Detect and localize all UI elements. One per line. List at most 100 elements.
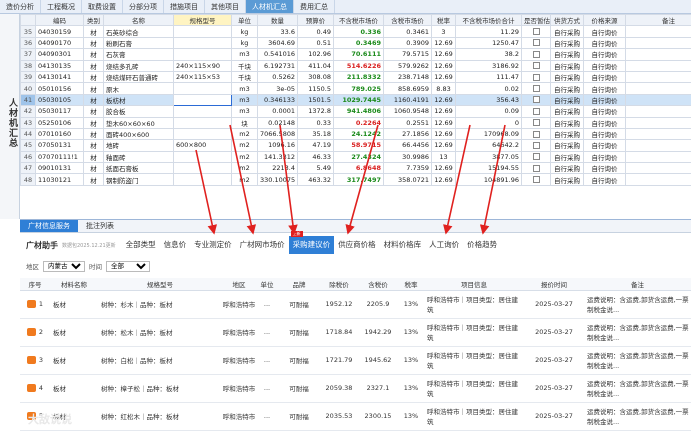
- grid-cell-mkt[interactable]: 317.7497: [333, 173, 384, 186]
- grid-cell-note[interactable]: [625, 105, 691, 118]
- grid-cell-supply[interactable]: 自行采购: [550, 116, 584, 129]
- grid-cell-code[interactable]: 09010131: [35, 162, 84, 175]
- grid-cell-qty[interactable]: 141.3312: [257, 150, 298, 164]
- grid-cell-spec[interactable]: [173, 93, 232, 107]
- grid-cell-rate[interactable]: 13: [431, 150, 456, 164]
- grid-row[interactable]: 38 04130135 材烧结多孔砖 240×115×90 千块 6.192731 411.…: [20, 59, 691, 72]
- grid-cell-budget[interactable]: 308.08: [297, 70, 334, 84]
- top-tab-7[interactable]: 费用汇总: [294, 0, 335, 13]
- grid-cell-code[interactable]: 07010160: [35, 127, 84, 141]
- grid-row[interactable]: 44 07010160 材面砖400×600 m2 7066.5808 35.18 24.1…: [20, 127, 691, 141]
- grid-cell-chk[interactable]: [521, 25, 551, 38]
- grid-cell-mkt_tax[interactable]: 0.3909: [383, 36, 432, 50]
- grid-cell-cat[interactable]: 材: [83, 162, 104, 175]
- grid-row[interactable]: 35 04030159 材石英砂综合 kg 33.6 0.49 0.336 0.3461 3 11…: [20, 25, 691, 38]
- grid-cell-rate[interactable]: 12.69: [431, 173, 456, 186]
- panel-tab-1[interactable]: 批注列表: [78, 220, 122, 232]
- grid-cell-budget[interactable]: 35.18: [297, 127, 334, 141]
- grid-header-0[interactable]: [20, 14, 36, 27]
- grid-cell-qty[interactable]: 3604.69: [257, 36, 298, 50]
- estimate-checkbox[interactable]: [532, 39, 540, 47]
- assistant-label[interactable]: 广材助手: [26, 240, 58, 251]
- grid-cell-n[interactable]: 44: [20, 127, 36, 141]
- grid-cell-qty[interactable]: 1096.16: [257, 139, 298, 152]
- price-header-9[interactable]: 项目信息: [424, 278, 524, 291]
- grid-cell-supply[interactable]: 自行采购: [550, 93, 584, 107]
- grid-cell-src[interactable]: 自行询价: [583, 93, 626, 107]
- grid-cell-name[interactable]: 烧结煤矸石普通砖: [103, 70, 174, 84]
- grid-cell-mkt[interactable]: 0.2264: [333, 116, 384, 129]
- grid-header-15[interactable]: 备注: [625, 14, 691, 27]
- grid-cell-budget[interactable]: 5.49: [297, 162, 334, 175]
- grid-cell-code[interactable]: 04090170: [35, 36, 84, 50]
- grid-cell-supply[interactable]: 自行采购: [550, 173, 584, 186]
- grid-cell-chk[interactable]: [521, 150, 551, 164]
- grid-cell-src[interactable]: 自行询价: [583, 36, 626, 50]
- grid-cell-mkt[interactable]: 6.8648: [333, 162, 384, 175]
- grid-cell-code[interactable]: 07070111!1: [35, 150, 84, 164]
- grid-cell-chk[interactable]: [521, 162, 551, 175]
- price-header-11[interactable]: 备注: [584, 278, 691, 291]
- grid-cell-n[interactable]: 35: [20, 25, 36, 38]
- grid-cell-cat[interactable]: 材: [83, 82, 104, 95]
- grid-row[interactable]: 46 07070111!1 材釉面砖 m2 141.3312 46.33 27.4324 30…: [20, 150, 691, 164]
- grid-cell-unit[interactable]: m2: [231, 162, 258, 175]
- grid-row[interactable]: 45 07050131 材地砖 600×800 m2 1096.16 47.19 58.971…: [20, 139, 691, 152]
- grid-cell-unit[interactable]: m3: [231, 93, 258, 107]
- grid-cell-spec[interactable]: 600×800: [173, 139, 232, 152]
- grid-cell-supply[interactable]: 自行采购: [550, 36, 584, 50]
- estimate-checkbox[interactable]: [532, 107, 540, 115]
- grid-cell-cat[interactable]: 材: [83, 150, 104, 164]
- grid-cell-note[interactable]: [625, 59, 691, 72]
- grid-cell-rate[interactable]: 12.69: [431, 59, 456, 72]
- grid-cell-cat[interactable]: 材: [83, 70, 104, 84]
- grid-cell-chk[interactable]: [521, 105, 551, 118]
- grid-cell-src[interactable]: 自行询价: [583, 173, 626, 186]
- price-row[interactable]: 3 板材 树种：白松｜品种：板材 呼和浩特市... 可耐福 1721.79 1945.62 1…: [20, 346, 691, 375]
- grid-cell-rate[interactable]: 12.69: [431, 105, 456, 118]
- grid-cell-budget[interactable]: 102.96: [297, 48, 334, 61]
- price-row[interactable]: 4 板材 树种：樟子松｜品种：板材 呼和浩特市... 可耐福 2059.38 2327.1 1…: [20, 374, 691, 403]
- grid-cell-note[interactable]: [625, 173, 691, 186]
- source-icon[interactable]: [26, 300, 36, 308]
- grid-cell-total[interactable]: 0.02: [455, 82, 522, 95]
- estimate-checkbox[interactable]: [532, 50, 540, 58]
- grid-cell-note[interactable]: [625, 162, 691, 175]
- source-icon[interactable]: [26, 384, 36, 392]
- grid-cell-chk[interactable]: [521, 173, 551, 186]
- grid-cell-total[interactable]: 38.2: [455, 48, 522, 61]
- grid-header-6[interactable]: 数量: [257, 14, 298, 27]
- grid-cell-total[interactable]: 0.09: [455, 105, 522, 118]
- grid-cell-supply[interactable]: 自行采购: [550, 105, 584, 118]
- grid-cell-src[interactable]: 自行询价: [583, 25, 626, 38]
- grid-cell-src[interactable]: 自行询价: [583, 48, 626, 61]
- grid-row[interactable]: 48 11030121 材钢制防盗门 m2 330.10075 463.32 317.749…: [20, 173, 691, 186]
- grid-cell-n[interactable]: 42: [20, 105, 36, 118]
- grid-cell-total[interactable]: 3186.92: [455, 59, 522, 72]
- grid-cell-total[interactable]: 111.47: [455, 70, 522, 84]
- grid-cell-spec[interactable]: [173, 162, 232, 175]
- price-header-10[interactable]: 报价时间: [524, 278, 584, 291]
- grid-cell-total[interactable]: 0: [455, 116, 522, 129]
- grid-cell-unit[interactable]: m3: [231, 82, 258, 95]
- grid-cell-n[interactable]: 37: [20, 48, 36, 61]
- grid-cell-supply[interactable]: 自行采购: [550, 59, 584, 72]
- grid-cell-unit[interactable]: m3: [231, 48, 258, 61]
- grid-cell-name[interactable]: 原木: [103, 82, 174, 95]
- grid-cell-cat[interactable]: 材: [83, 116, 104, 129]
- grid-cell-chk[interactable]: [521, 139, 551, 152]
- grid-cell-rate[interactable]: 8.83: [431, 82, 456, 95]
- grid-cell-rate[interactable]: 12.69: [431, 93, 456, 107]
- grid-cell-mkt_tax[interactable]: 0.2551: [383, 116, 432, 129]
- grid-cell-code[interactable]: 07050131: [35, 139, 84, 152]
- grid-row[interactable]: 43 05250106 材垫木60×60×60 块 0.02148 0.33 0.2264 0…: [20, 116, 691, 129]
- grid-cell-cat[interactable]: 材: [83, 25, 104, 38]
- grid-cell-note[interactable]: [625, 82, 691, 95]
- nav-item-7[interactable]: 人工询价: [425, 236, 463, 254]
- grid-cell-code[interactable]: 05250106: [35, 116, 84, 129]
- grid-cell-qty[interactable]: 0.541016: [257, 48, 298, 61]
- grid-cell-note[interactable]: [625, 93, 691, 107]
- panel-tab-0[interactable]: 广材信息服务: [20, 220, 78, 232]
- grid-cell-total[interactable]: 11.29: [455, 25, 522, 38]
- grid-cell-note[interactable]: [625, 36, 691, 50]
